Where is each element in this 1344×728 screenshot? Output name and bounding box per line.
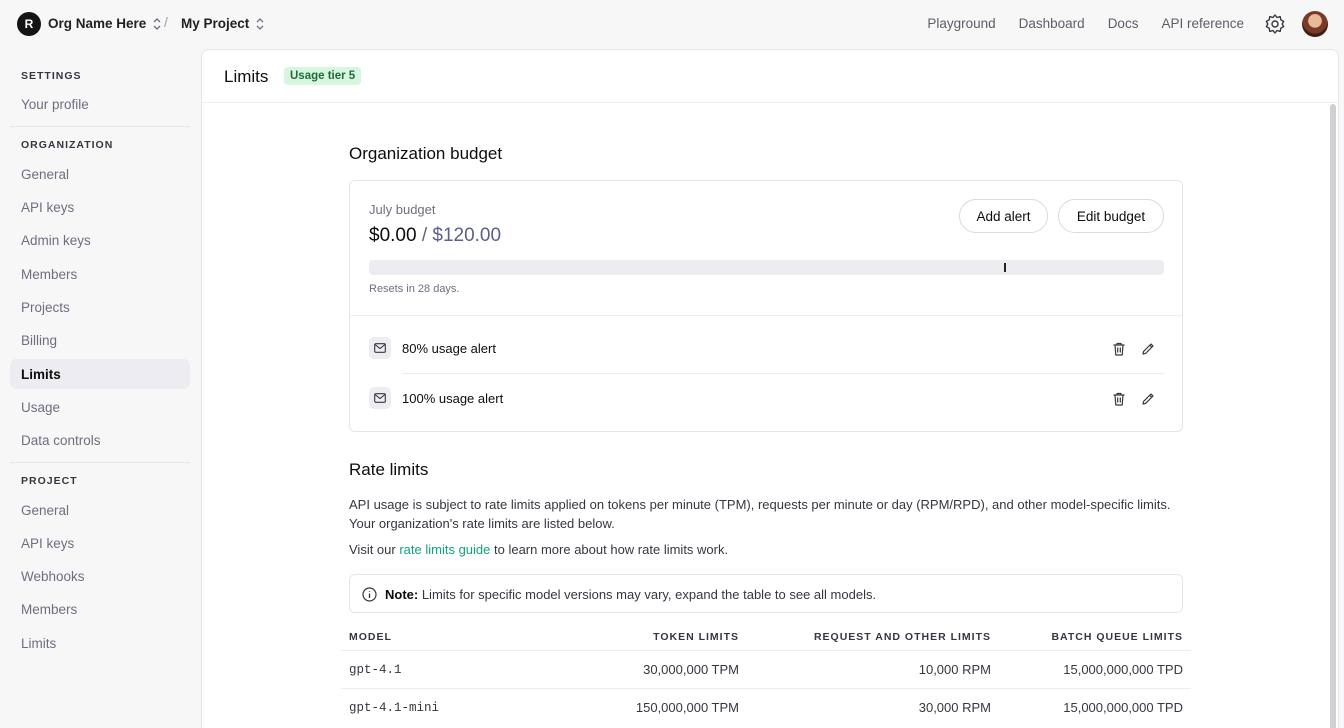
card-divider (350, 315, 1182, 316)
budget-spent: $0.00 (369, 225, 417, 246)
sidebar-item-org-api-keys[interactable]: API keys (10, 192, 190, 222)
sidebar-divider (10, 462, 190, 463)
sidebar-item-usage[interactable]: Usage (10, 392, 190, 422)
page-header: Limits Usage tier 5 (202, 50, 1338, 103)
column-header-model[interactable]: MODEL (349, 631, 392, 643)
table-row[interactable]: gpt-4.1 30,000,000 TPM 10,000 RPM 15,000… (341, 650, 1191, 688)
rate-limits-intro: API usage is subject to rate limits appl… (349, 496, 1183, 533)
sidebar-item-project-general[interactable]: General (10, 495, 190, 525)
column-header-token-limits[interactable]: TOKEN LIMITS (609, 631, 739, 643)
model-name: gpt-4.1 (349, 663, 402, 677)
org-avatar[interactable]: R (17, 12, 41, 36)
alert-label: 100% usage alert (402, 391, 503, 406)
add-alert-button[interactable]: Add alert (959, 199, 1048, 233)
token-limit: 30,000,000 TPM (601, 662, 739, 677)
project-switcher[interactable]: My Project (181, 16, 265, 31)
org-switcher[interactable]: Org Name Here (48, 16, 162, 31)
budget-card: July budget $0.00 / $120.00 Add alert Ed… (349, 180, 1183, 432)
visit-prefix: Visit our (349, 542, 399, 557)
column-header-request-limits[interactable]: REQUEST AND OTHER LIMITS (769, 631, 991, 643)
project-name: My Project (181, 16, 249, 31)
reset-text: Resets in 28 days. (369, 283, 460, 295)
column-header-batch-limits[interactable]: BATCH QUEUE LIMITS (1009, 631, 1183, 643)
note-banner: Note: Limits for specific model versions… (349, 574, 1183, 613)
page-title: Limits (224, 67, 268, 87)
budget-label: July budget (369, 202, 436, 217)
nav-dashboard[interactable]: Dashboard (1019, 16, 1085, 31)
nav-playground[interactable]: Playground (927, 16, 995, 31)
mail-icon (369, 387, 391, 409)
top-nav: Playground Dashboard Docs API reference (927, 16, 1244, 31)
token-limit: 150,000,000 TPM (601, 700, 739, 715)
scrollbar[interactable] (1330, 104, 1336, 728)
breadcrumb-separator: / (164, 14, 168, 30)
alert-divider (402, 373, 1164, 374)
mail-icon (369, 337, 391, 359)
alert-row: 80% usage alert (369, 337, 1164, 361)
sidebar-item-org-general[interactable]: General (10, 159, 190, 189)
request-limit: 30,000 RPM (761, 700, 991, 715)
table-row[interactable]: gpt-4.1-mini 150,000,000 TPM 30,000 RPM … (341, 688, 1191, 726)
nav-api-reference[interactable]: API reference (1161, 16, 1244, 31)
rate-limits-heading: Rate limits (349, 460, 428, 480)
note-bold: Note: (385, 587, 418, 602)
chevron-updown-icon (152, 17, 162, 31)
batch-limit: 15,000,000,000 TPD (1001, 662, 1183, 677)
sidebar-item-project-limits[interactable]: Limits (10, 628, 190, 658)
rate-limits-guide-text: Visit our rate limits guide to learn mor… (349, 541, 728, 560)
nav-docs[interactable]: Docs (1108, 16, 1139, 31)
sidebar-item-webhooks[interactable]: Webhooks (10, 561, 190, 591)
rate-limits-guide-link[interactable]: rate limits guide (399, 542, 490, 557)
org-name: Org Name Here (48, 16, 146, 31)
sidebar-item-org-members[interactable]: Members (10, 259, 190, 289)
budget-amount: $0.00 / $120.00 (369, 225, 501, 247)
organization-budget-heading: Organization budget (349, 144, 502, 164)
alert-threshold-marker (1004, 263, 1006, 272)
sidebar-item-project-api-keys[interactable]: API keys (10, 528, 190, 558)
sidebar-section-organization: ORGANIZATION (21, 139, 113, 151)
chevron-updown-icon (255, 17, 265, 31)
sidebar-item-billing[interactable]: Billing (10, 325, 190, 355)
batch-limit: 15,000,000,000 TPD (1001, 700, 1183, 715)
note-body: Limits for specific model versions may v… (418, 587, 876, 602)
request-limit: 10,000 RPM (761, 662, 991, 677)
budget-divider: / (417, 225, 433, 246)
info-icon (362, 587, 377, 602)
sidebar-section-settings: SETTINGS (21, 70, 82, 82)
top-bar: R Org Name Here / My Project Playground … (0, 0, 1344, 48)
note-text: Note: Limits for specific model versions… (385, 587, 876, 602)
alert-label: 80% usage alert (402, 341, 496, 356)
sidebar-section-project: PROJECT (21, 475, 78, 487)
visit-suffix: to learn more about how rate limits work… (490, 542, 728, 557)
sidebar-item-projects[interactable]: Projects (10, 292, 190, 322)
sidebar-divider (10, 126, 190, 127)
trash-icon[interactable] (1111, 391, 1127, 407)
model-name: gpt-4.1-mini (349, 701, 439, 715)
sidebar-item-admin-keys[interactable]: Admin keys (10, 225, 190, 255)
edit-budget-button[interactable]: Edit budget (1058, 199, 1164, 233)
sidebar-item-org-limits[interactable]: Limits (10, 359, 190, 389)
trash-icon[interactable] (1111, 341, 1127, 357)
rate-limits-intro-line2: Your organization's rate limits are list… (349, 516, 615, 531)
pencil-icon[interactable] (1140, 341, 1156, 357)
alert-row: 100% usage alert (369, 387, 1164, 411)
sidebar-item-project-members[interactable]: Members (10, 594, 190, 624)
user-avatar[interactable] (1302, 11, 1328, 37)
rate-limits-intro-line1: API usage is subject to rate limits appl… (349, 497, 1171, 512)
budget-progress-bar (369, 260, 1164, 275)
sidebar-item-your-profile[interactable]: Your profile (10, 89, 190, 119)
usage-tier-badge: Usage tier 5 (284, 67, 361, 85)
sidebar-item-data-controls[interactable]: Data controls (10, 425, 190, 455)
gear-icon[interactable] (1264, 13, 1286, 35)
pencil-icon[interactable] (1140, 391, 1156, 407)
budget-limit: $120.00 (432, 225, 501, 246)
main-panel: Limits Usage tier 5 Organization budget … (201, 49, 1339, 728)
